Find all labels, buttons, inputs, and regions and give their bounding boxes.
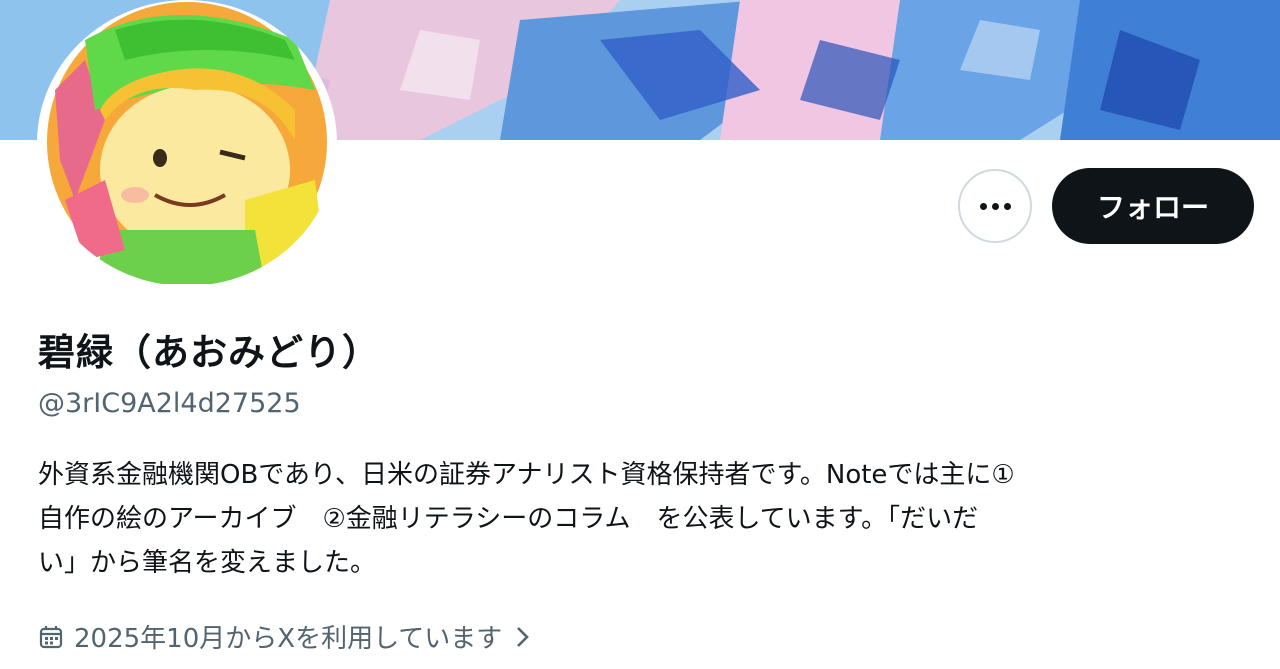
avatar-image <box>47 2 327 284</box>
display-name: 碧緑（あおみどり） <box>38 331 380 374</box>
follow-button[interactable]: フォロー <box>1052 168 1254 244</box>
bio-line: い」から筆名を変えました。 <box>38 548 377 578</box>
avatar[interactable] <box>37 0 337 286</box>
more-options-button[interactable] <box>958 169 1032 243</box>
bio-line: 自作の絵のアーカイブ ②金融リテラシーのコラム を公表しています。「だいだ <box>38 504 979 534</box>
profile-page: フォロー 碧緑（あおみどり） @3rIC9A2l4d27525 外資系金融機関O… <box>0 0 1280 669</box>
profile-bio: 外資系金融機関OBであり、日米の証券アナリスト資格保持者です。Noteでは主に①… <box>38 453 1238 585</box>
user-handle: @3rIC9A2l4d27525 <box>38 388 301 419</box>
chevron-right-icon <box>514 625 530 649</box>
joined-date-link[interactable]: 2025年10月からXを利用しています <box>38 618 530 655</box>
bio-line: 外資系金融機関OBであり、日米の証券アナリスト資格保持者です。Noteでは主に① <box>38 460 1015 490</box>
more-dots-icon <box>979 202 1011 210</box>
calendar-icon <box>38 624 64 650</box>
joined-date-text: 2025年10月からXを利用しています <box>74 624 503 654</box>
